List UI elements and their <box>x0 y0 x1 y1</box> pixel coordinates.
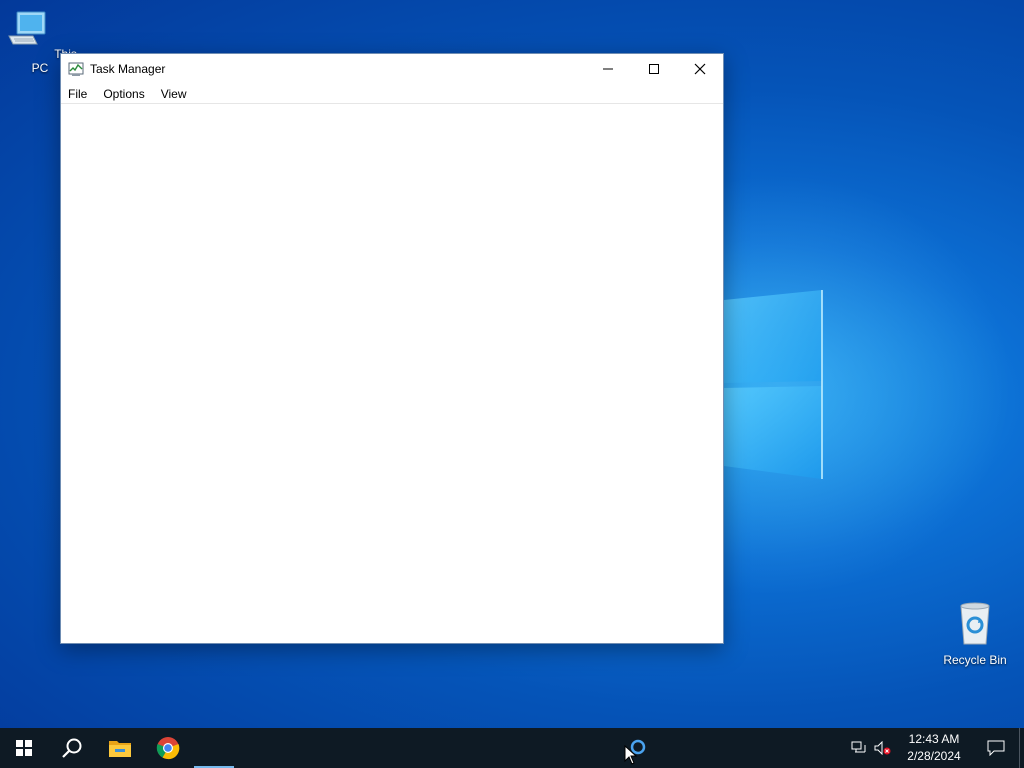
window-controls <box>585 54 723 84</box>
folder-icon <box>109 741 131 757</box>
windows-icon <box>16 740 32 756</box>
window-title: Task Manager <box>90 62 166 76</box>
desktop-icon-label: Recycle Bin <box>943 653 1007 667</box>
close-icon <box>694 63 706 75</box>
start-button[interactable] <box>0 728 48 768</box>
task-manager-icon <box>68 62 84 76</box>
recycle-bin-icon <box>960 602 990 645</box>
clock[interactable]: 12:43 AM 2/28/2024 <box>895 731 973 765</box>
clock-time: 12:43 AM <box>908 732 960 746</box>
mouse-cursor-icon <box>624 745 638 765</box>
volume-muted-icon <box>874 741 891 755</box>
network-icon <box>851 741 866 753</box>
close-button[interactable] <box>677 54 723 84</box>
action-center-button[interactable] <box>973 728 1019 768</box>
maximize-icon <box>649 64 659 74</box>
title-bar[interactable]: Task Manager <box>61 54 723 84</box>
network-button[interactable] <box>847 728 871 768</box>
search-icon <box>62 738 82 758</box>
menu-view[interactable]: View <box>156 87 194 101</box>
menu-options[interactable]: Options <box>98 87 151 101</box>
task-manager-window[interactable]: Task Manager File Options View <box>60 53 724 644</box>
system-tray: 12:43 AM 2/28/2024 <box>847 728 1024 768</box>
window-content <box>61 104 723 643</box>
file-explorer-button[interactable] <box>96 728 144 768</box>
chrome-icon <box>156 737 180 760</box>
clock-date: 2/28/2024 <box>907 749 961 763</box>
notification-icon <box>987 740 1005 756</box>
menu-file[interactable]: File <box>63 87 94 101</box>
minimize-button[interactable] <box>585 54 631 84</box>
minimize-icon <box>603 68 613 70</box>
menu-bar: File Options View <box>61 84 723 104</box>
maximize-button[interactable] <box>631 54 677 84</box>
search-button[interactable] <box>48 728 96 768</box>
show-desktop-button[interactable] <box>1019 728 1024 768</box>
taskbar: 12:43 AM 2/28/2024 <box>0 728 1024 768</box>
volume-button[interactable] <box>871 728 895 768</box>
computer-icon <box>8 11 46 45</box>
chrome-button[interactable] <box>144 728 192 768</box>
task-manager-taskbar-button[interactable] <box>192 728 236 768</box>
desktop-icon-recycle-bin[interactable]: Recycle Bin <box>935 600 1015 667</box>
